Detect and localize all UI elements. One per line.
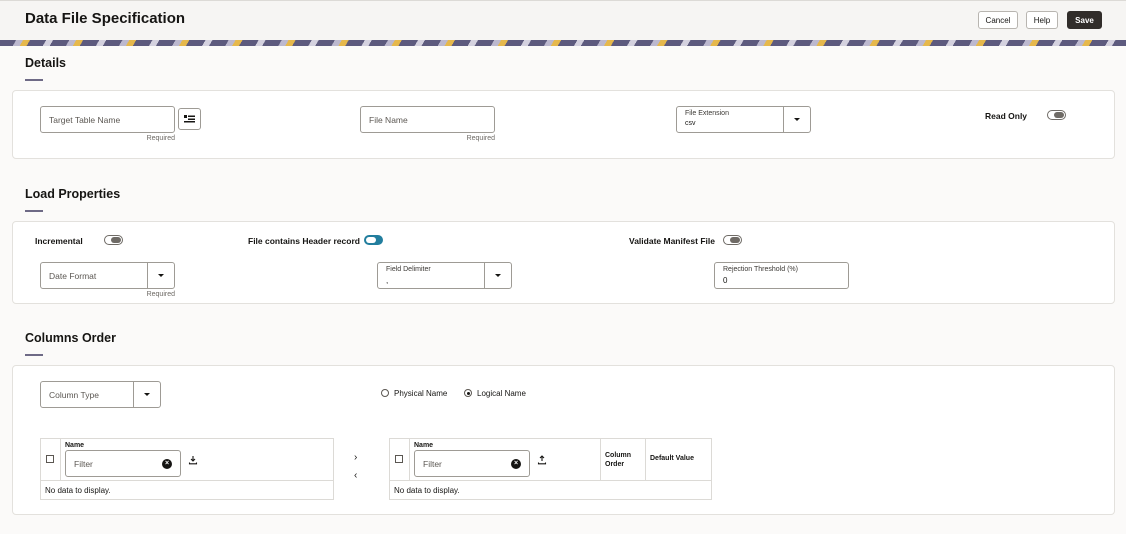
default-value-header: Default Value	[650, 455, 694, 462]
column-type-placeholder: Column Type	[49, 390, 99, 400]
rejection-threshold-input[interactable]: Rejection Threshold (%) 0	[714, 262, 849, 289]
logical-name-label: Logical Name	[477, 389, 526, 398]
read-only-toggle[interactable]	[1047, 110, 1066, 120]
details-title: Details	[25, 56, 66, 70]
validate-manifest-toggle[interactable]	[723, 235, 742, 245]
upload-icon[interactable]	[537, 455, 547, 465]
file-name-placeholder: File Name	[369, 115, 408, 125]
file-extension-label: File Extension	[685, 110, 729, 117]
file-name-input[interactable]: File Name	[360, 106, 495, 133]
logical-name-radio[interactable]	[464, 389, 472, 397]
cancel-button[interactable]: Cancel	[978, 11, 1018, 29]
download-icon[interactable]	[188, 455, 198, 465]
file-name-required: Required	[466, 135, 495, 142]
save-button[interactable]: Save	[1067, 11, 1102, 29]
read-only-label: Read Only	[985, 111, 1028, 121]
file-extension-select[interactable]: File Extension csv	[676, 106, 811, 133]
chevron-down-icon	[495, 274, 501, 277]
file-extension-dropdown-button[interactable]	[783, 107, 810, 132]
date-format-dropdown-button[interactable]	[147, 263, 174, 288]
rejection-threshold-label: Rejection Threshold (%)	[723, 266, 798, 273]
columns-order-underline	[25, 354, 43, 356]
rejection-threshold-value: 0	[723, 276, 728, 285]
columns-order-title: Columns Order	[25, 331, 116, 345]
chevron-down-icon	[794, 118, 800, 121]
filter-input[interactable]: Filter ×	[414, 450, 530, 477]
target-table-name-placeholder: Target Table Name	[49, 115, 121, 125]
toggle-knob	[1054, 112, 1064, 118]
right-empty-message: No data to display.	[394, 486, 460, 495]
help-button[interactable]: Help	[1026, 11, 1058, 29]
column-type-select[interactable]: Column Type	[40, 381, 161, 408]
load-properties-card	[12, 221, 1115, 304]
columns-picker-button[interactable]	[178, 108, 201, 130]
select-all-checkbox[interactable]	[46, 455, 54, 463]
left-empty-message: No data to display.	[45, 486, 111, 495]
move-right-button[interactable]: ›	[354, 452, 357, 463]
field-delimiter-select[interactable]: Field Delimiter ,	[377, 262, 512, 289]
select-all-checkbox[interactable]	[395, 455, 403, 463]
load-properties-underline	[25, 210, 43, 212]
file-extension-value: csv	[685, 120, 696, 127]
header-record-label: File contains Header record	[248, 236, 360, 246]
physical-name-label: Physical Name	[394, 389, 448, 398]
incremental-toggle[interactable]	[104, 235, 123, 245]
filter-input[interactable]: Filter ×	[65, 450, 181, 477]
column-type-dropdown-button[interactable]	[133, 382, 160, 407]
table-column-divider	[600, 439, 601, 480]
target-table-required: Required	[146, 135, 175, 142]
toggle-knob	[366, 237, 376, 243]
field-delimiter-label: Field Delimiter	[386, 266, 431, 273]
page-header: Data File Specification Cancel Help Save	[0, 0, 1126, 40]
header-record-toggle[interactable]	[364, 235, 383, 245]
field-delimiter-value: ,	[386, 276, 389, 285]
move-left-button[interactable]: ‹	[354, 470, 357, 481]
table-column-divider	[60, 439, 61, 480]
filter-placeholder: Filter	[423, 459, 442, 469]
validate-manifest-label: Validate Manifest File	[629, 236, 715, 246]
date-format-placeholder: Date Format	[49, 271, 97, 281]
filter-placeholder: Filter	[74, 459, 93, 469]
physical-name-radio[interactable]	[381, 389, 389, 397]
clear-icon[interactable]: ×	[162, 458, 172, 469]
table-header-divider	[41, 480, 333, 481]
date-format-required: Required	[146, 291, 175, 298]
table-header-divider	[390, 480, 711, 481]
toggle-knob	[730, 237, 740, 243]
details-underline	[25, 79, 43, 81]
target-table-name-input[interactable]: Target Table Name	[40, 106, 175, 133]
date-format-select[interactable]: Date Format	[40, 262, 175, 289]
clear-icon[interactable]: ×	[511, 458, 521, 469]
toggle-knob	[111, 237, 121, 243]
name-column-header: Name	[65, 442, 85, 449]
name-column-header: Name	[414, 442, 434, 449]
list-icon	[184, 115, 195, 123]
chevron-down-icon	[158, 274, 164, 277]
page-title: Data File Specification	[25, 10, 186, 27]
table-column-divider	[409, 439, 410, 480]
load-properties-title: Load Properties	[25, 187, 121, 201]
table-column-divider	[645, 439, 646, 480]
incremental-label: Incremental	[35, 236, 83, 246]
field-delimiter-dropdown-button[interactable]	[484, 263, 511, 288]
column-order-header: Column Order	[605, 452, 632, 468]
chevron-down-icon	[144, 393, 150, 396]
